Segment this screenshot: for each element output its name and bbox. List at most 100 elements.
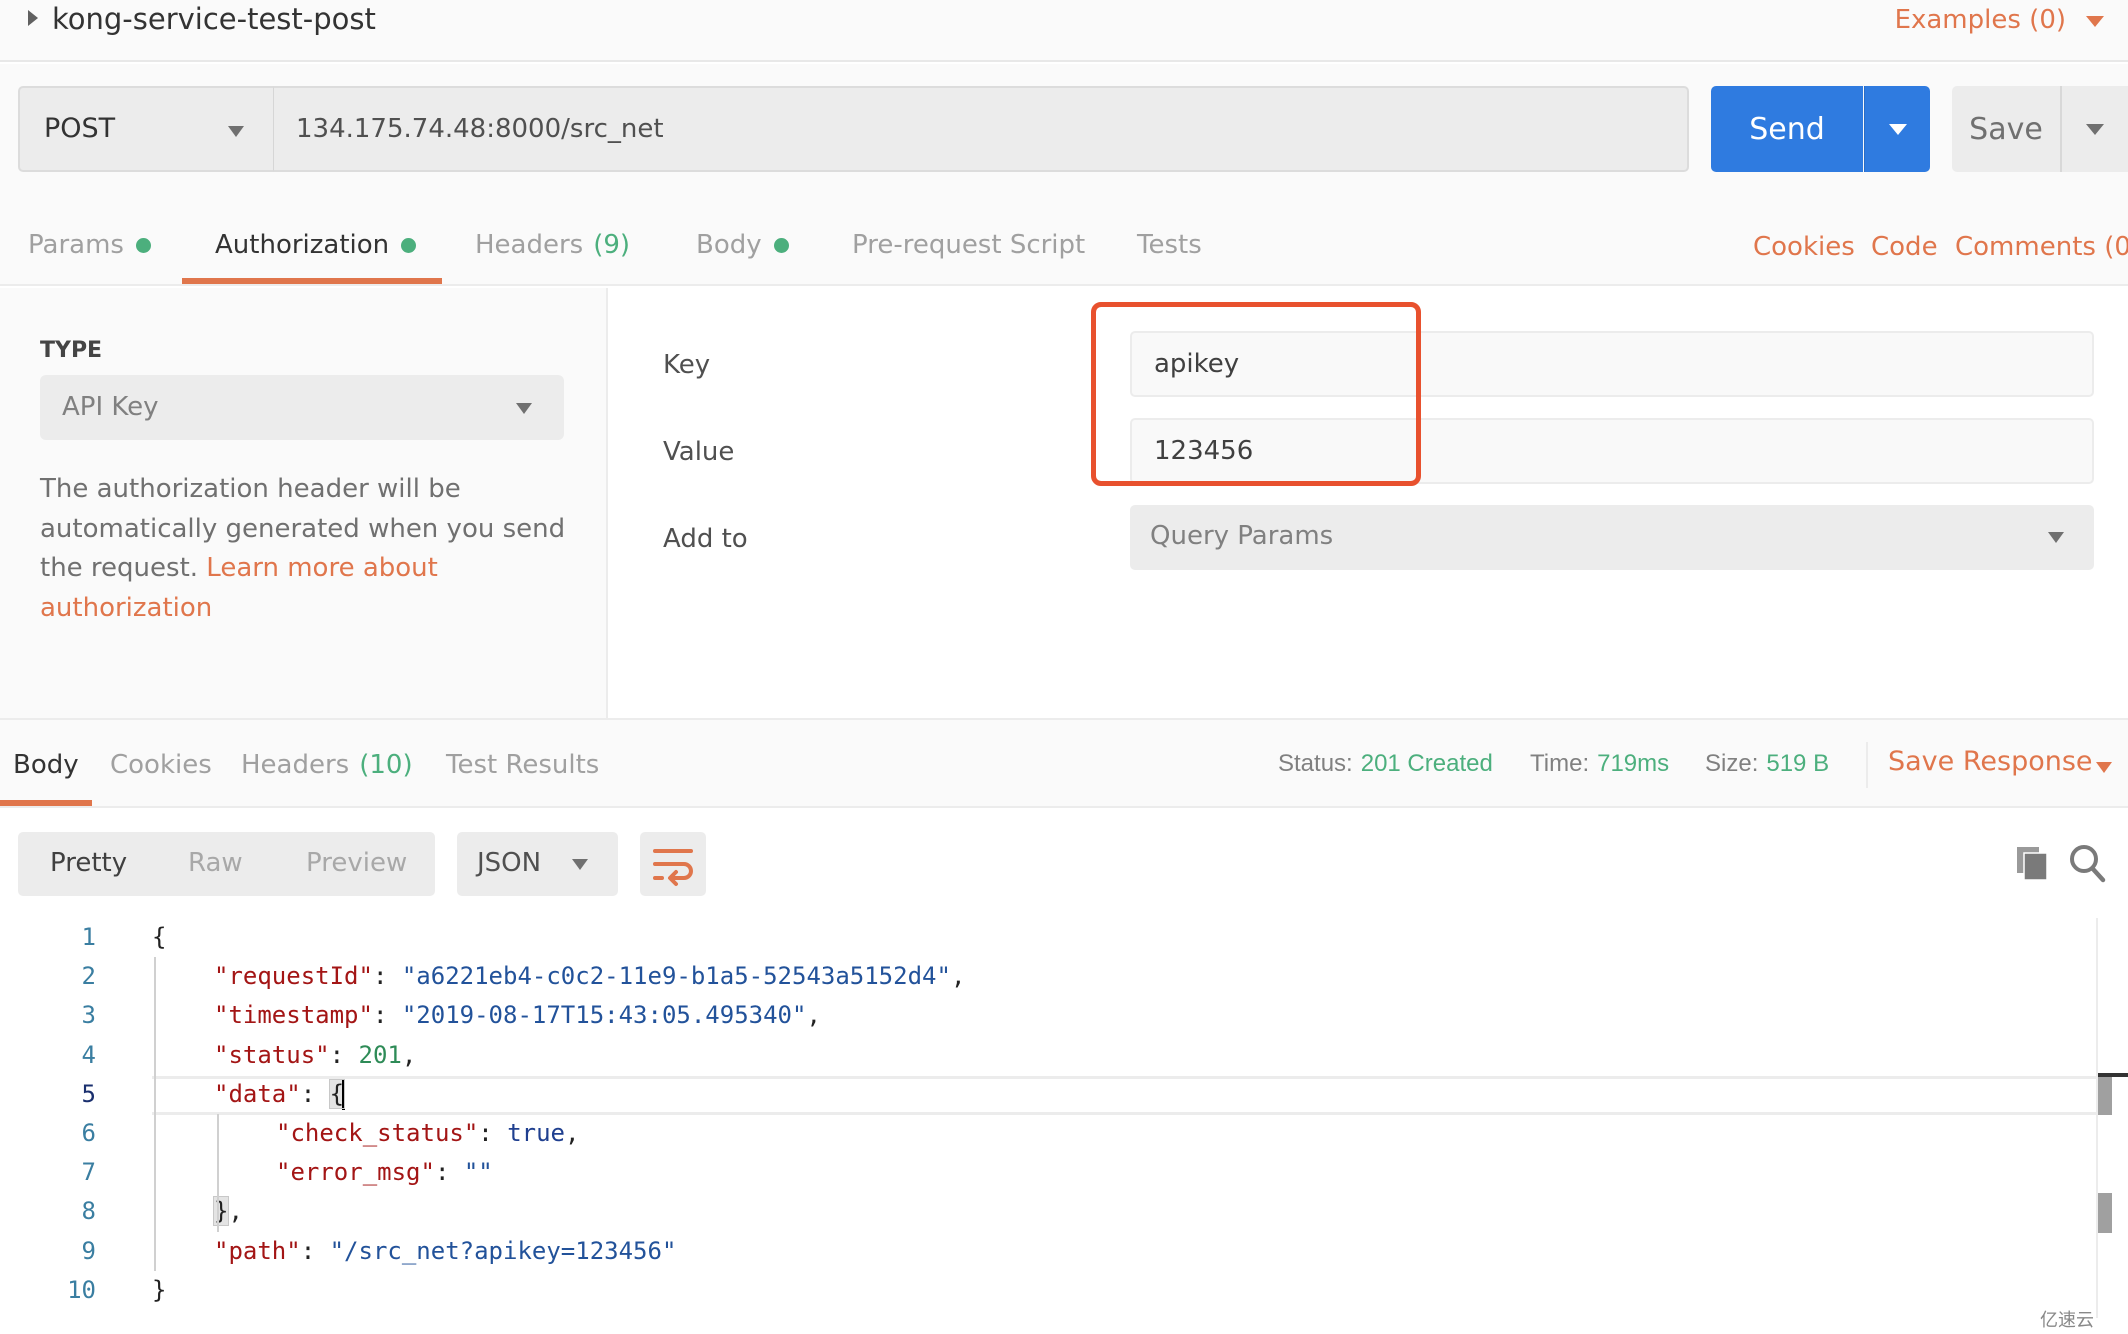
examples-caret-icon[interactable] <box>2086 16 2104 27</box>
expand-caret-icon[interactable] <box>28 10 38 26</box>
json-punctuation: : <box>372 1001 402 1030</box>
json-punctuation: } <box>152 1275 167 1304</box>
tab-label: Test Results <box>446 750 600 780</box>
line-number: 1 <box>81 923 96 951</box>
add-to-value: Query Params <box>1150 521 1334 551</box>
tab-response-body[interactable]: Body <box>13 750 79 780</box>
json-punctuation: , <box>228 1197 243 1226</box>
add-to-select[interactable]: Query Params <box>1130 505 2094 570</box>
tab-label: Params <box>28 230 124 260</box>
tab-count: (9) <box>593 230 631 260</box>
code-line: } <box>152 1271 166 1310</box>
tab-label: Authorization <box>215 230 390 260</box>
chevron-down-icon[interactable] <box>2096 762 2112 773</box>
chevron-down-icon <box>516 403 532 414</box>
auth-type-value: API Key <box>62 392 159 422</box>
comments-link[interactable]: Comments (0) <box>1955 232 2128 262</box>
code-link[interactable]: Code <box>1871 232 1938 262</box>
format-select[interactable]: JSON <box>457 832 618 896</box>
cookies-link[interactable]: Cookies <box>1753 232 1855 262</box>
tab-pre-request-script[interactable]: Pre-request Script <box>852 230 1085 260</box>
json-string: "/src_net?apikey=123456" <box>329 1236 677 1265</box>
tab-test-results[interactable]: Test Results <box>446 750 599 780</box>
tab-authorization[interactable]: Authorization <box>215 230 417 260</box>
line-number: 9 <box>81 1236 96 1265</box>
json-string: "2019-08-17T15:43:05.495340" <box>401 1001 807 1030</box>
json-key: "data" <box>214 1079 301 1108</box>
tab-params[interactable]: Params <box>28 230 151 260</box>
type-label: TYPE <box>40 338 103 363</box>
json-punctuation: : <box>329 1040 359 1069</box>
json-punctuation: : <box>478 1119 508 1147</box>
tab-label: Headers <box>241 750 350 780</box>
json-key: "status" <box>214 1040 330 1069</box>
tab-headers[interactable]: Headers (9) <box>475 230 630 260</box>
json-punctuation: : <box>434 1158 464 1187</box>
size-value: 519 B <box>1766 750 1830 777</box>
json-string: "a6221eb4-c0c2-11e9-b1a5-52543a5152d4" <box>401 962 951 991</box>
json-punctuation: , <box>401 1040 417 1069</box>
tab-label: Headers <box>475 230 584 260</box>
tab-count: (10) <box>359 750 413 780</box>
line-number: 4 <box>81 1040 96 1069</box>
json-key: "requestId" <box>214 962 373 991</box>
watermark: 亿速云 <box>2040 1310 2094 1331</box>
examples-dropdown[interactable]: Examples (0) <box>1895 2 2066 38</box>
tab-label: Cookies <box>110 750 212 780</box>
tab-body[interactable]: Body <box>696 230 789 260</box>
json-string: "" <box>463 1158 493 1187</box>
indent-guide <box>154 957 156 1271</box>
json-punctuation: : <box>372 962 402 991</box>
request-title-bar: kong-service-test-post Examples (0) <box>0 0 2128 62</box>
request-name[interactable]: kong-service-test-post <box>52 0 376 38</box>
tab-response-cookies[interactable]: Cookies <box>110 750 212 780</box>
save-button[interactable]: Save <box>1952 86 2060 172</box>
view-raw[interactable]: Raw <box>188 848 243 878</box>
tab-response-headers[interactable]: Headers (10) <box>241 750 413 780</box>
chevron-down-icon <box>572 859 588 870</box>
indent-guide <box>217 1114 219 1232</box>
time-value: 719ms <box>1597 750 1670 777</box>
copy-icon[interactable] <box>2015 845 2049 881</box>
annotation-highlight-box <box>1091 302 1421 486</box>
line-number: 7 <box>81 1158 96 1187</box>
save-response-button[interactable]: Save Response <box>1888 746 2093 777</box>
wrap-lines-button[interactable] <box>640 832 706 896</box>
tab-label: Body <box>696 230 762 260</box>
chevron-down-icon <box>1889 124 1907 135</box>
scrollbar-thumb[interactable] <box>2098 1077 2112 1115</box>
auth-type-select[interactable]: API Key <box>40 375 564 440</box>
time-label: Time: <box>1530 750 1590 777</box>
line-number: 3 <box>81 1001 96 1030</box>
chevron-down-icon <box>2048 532 2064 543</box>
json-key: "error_msg" <box>276 1158 435 1187</box>
code-line: { <box>152 918 166 957</box>
status-dot-icon <box>773 237 789 253</box>
code-line: "error_msg": "" <box>276 1153 493 1192</box>
method-select[interactable]: POST <box>18 86 274 172</box>
search-icon[interactable] <box>2068 843 2106 883</box>
json-number: 201 <box>358 1040 402 1069</box>
scrollbar[interactable] <box>2096 918 2098 1318</box>
tab-tests[interactable]: Tests <box>1137 230 1202 260</box>
save-options-button[interactable] <box>2060 86 2128 172</box>
wrap-lines-icon <box>653 849 693 886</box>
auth-type-panel: TYPE API Key The authorization header wi… <box>0 288 608 718</box>
code-line: "requestId": "a6221eb4-c0c2-11e9-b1a5-52… <box>214 957 965 996</box>
json-key: "timestamp" <box>214 1001 373 1030</box>
response-tabs: Body Cookies Headers (10) Test Results S… <box>0 718 2128 808</box>
line-number: 5 <box>81 1079 96 1108</box>
view-preview[interactable]: Preview <box>306 848 407 878</box>
size-readout: Size: 519 B <box>1705 750 1829 778</box>
send-button[interactable]: Send <box>1711 86 1863 172</box>
json-punctuation: : <box>300 1236 330 1265</box>
scrollbar-match-marker <box>2098 1193 2112 1233</box>
tab-label: Pre-request Script <box>852 230 1086 260</box>
add-to-label: Add to <box>663 524 748 554</box>
tab-label: Tests <box>1137 230 1202 260</box>
send-options-button[interactable] <box>1864 86 1930 172</box>
chevron-down-icon <box>228 126 244 137</box>
view-pretty[interactable]: Pretty <box>50 848 127 878</box>
url-input[interactable] <box>273 86 1689 172</box>
line-number: 8 <box>81 1197 96 1226</box>
